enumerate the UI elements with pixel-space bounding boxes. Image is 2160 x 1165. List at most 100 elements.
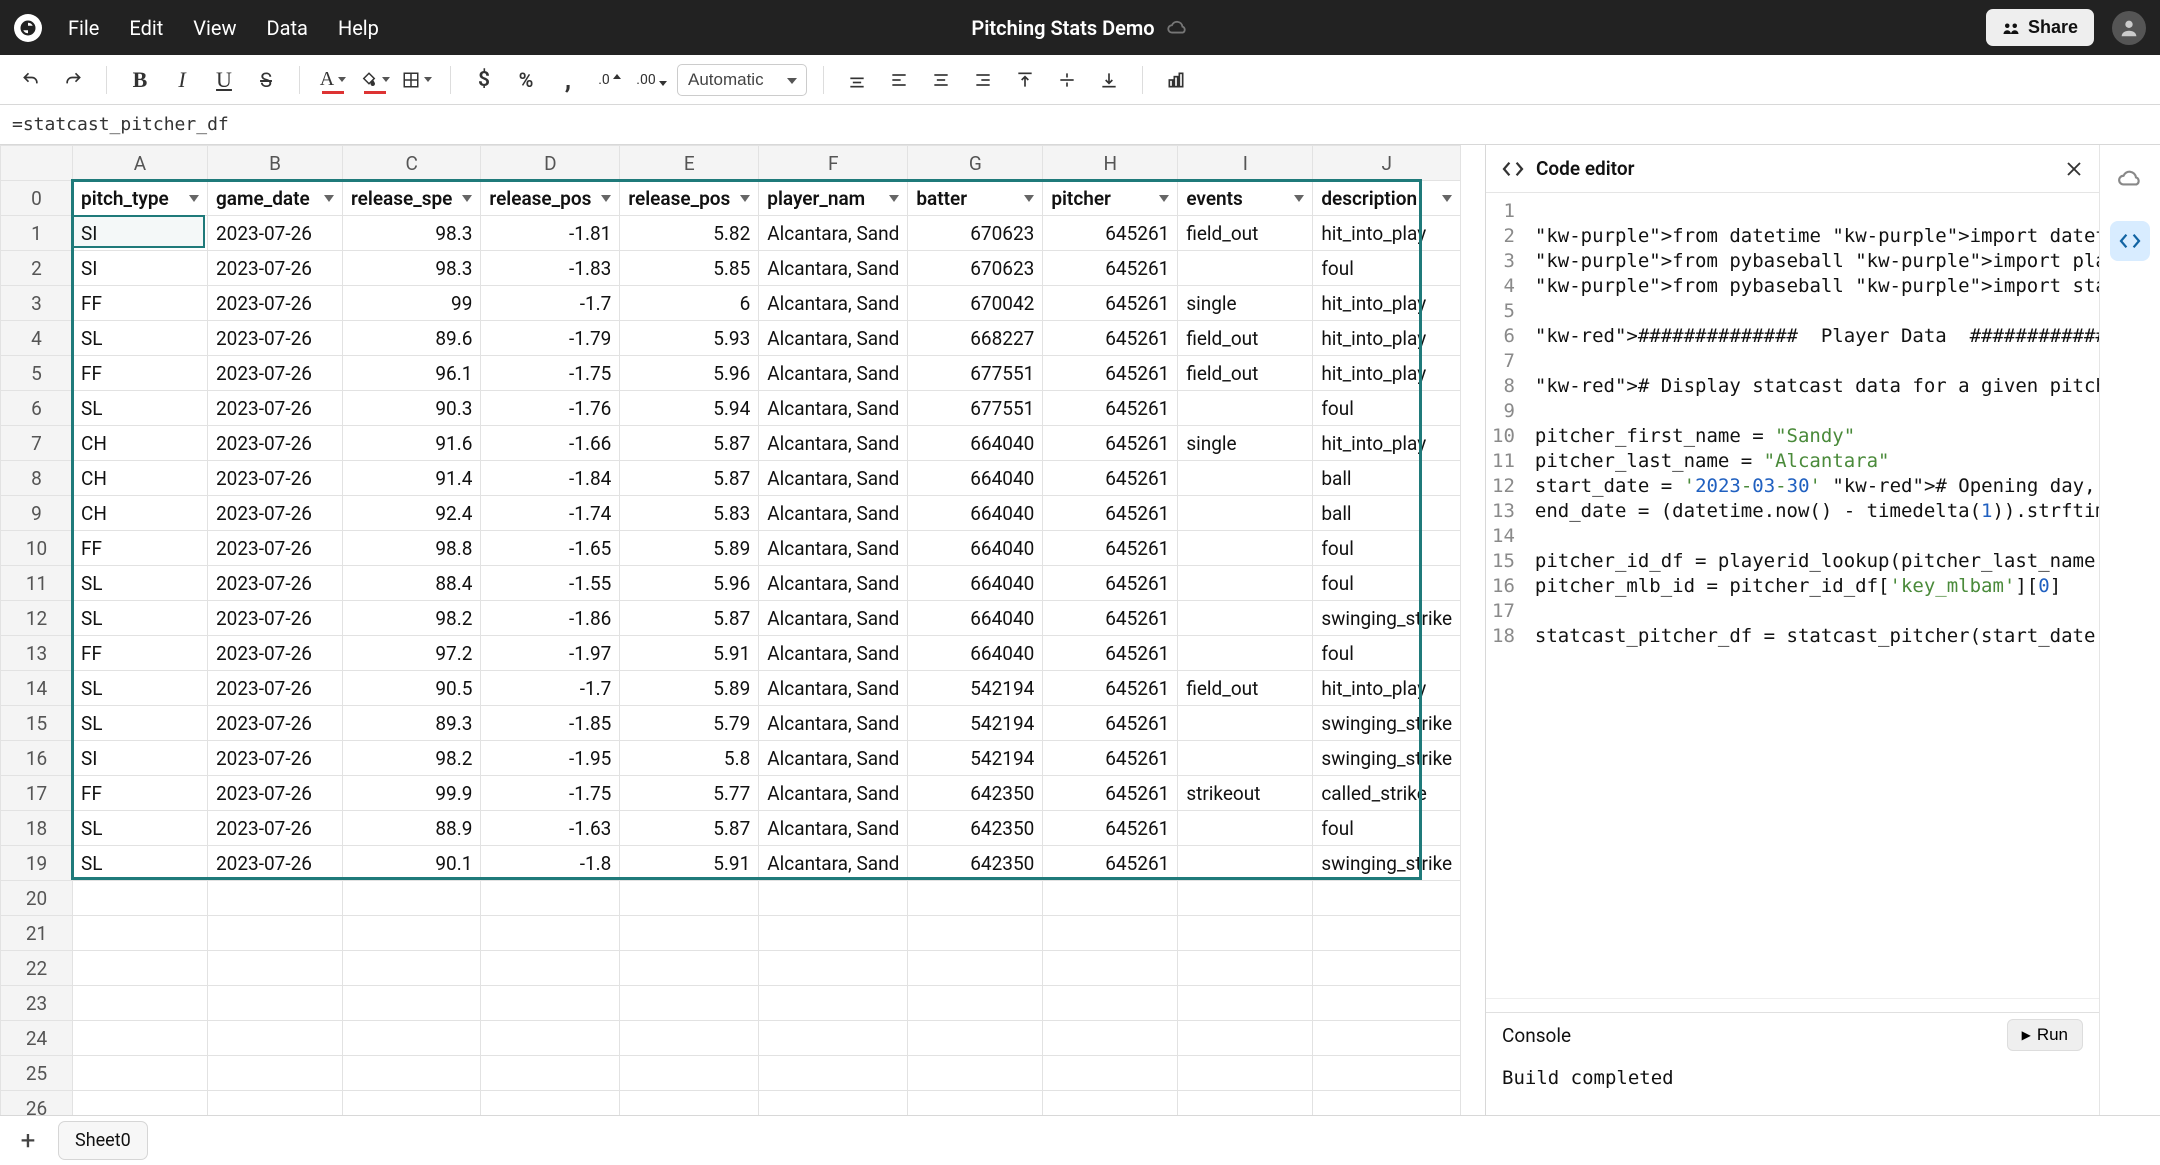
cell-3-3[interactable]: -1.7 — [481, 286, 620, 321]
spreadsheet[interactable]: ABCDEFGHIJ0pitch_typegame_daterelease_sp… — [0, 145, 1486, 1115]
cell-24-4[interactable] — [620, 1021, 759, 1056]
cell-16-3[interactable]: -1.95 — [481, 741, 620, 776]
cell-20-4[interactable] — [620, 881, 759, 916]
cell-20-9[interactable] — [1313, 881, 1461, 916]
cell-5-5[interactable]: Alcantara, Sand — [759, 356, 908, 391]
cell-4-9[interactable]: hit_into_play — [1313, 321, 1461, 356]
vertical-scrollbar[interactable] — [1467, 180, 1485, 1097]
cell-9-2[interactable]: 92.4 — [343, 496, 481, 531]
cell-9-5[interactable]: Alcantara, Sand — [759, 496, 908, 531]
cell-12-3[interactable]: -1.86 — [481, 601, 620, 636]
cell-2-3[interactable]: -1.83 — [481, 251, 620, 286]
cell-16-6[interactable]: 542194 — [908, 741, 1043, 776]
cell-15-2[interactable]: 89.3 — [343, 706, 481, 741]
cell-14-0[interactable]: SL — [73, 671, 208, 706]
cell-9-1[interactable]: 2023-07-26 — [208, 496, 343, 531]
cell-11-8[interactable] — [1178, 566, 1313, 601]
row-header-5[interactable]: 5 — [1, 356, 73, 391]
undo-button[interactable] — [14, 63, 48, 97]
cell-1-1[interactable]: 2023-07-26 — [208, 216, 343, 251]
cell-10-4[interactable]: 5.89 — [620, 531, 759, 566]
cell-18-9[interactable]: foul — [1313, 811, 1461, 846]
app-logo[interactable] — [14, 14, 42, 42]
align-vertical-button[interactable] — [840, 63, 874, 97]
cell-3-5[interactable]: Alcantara, Sand — [759, 286, 908, 321]
cell-1-3[interactable]: -1.81 — [481, 216, 620, 251]
underline-button[interactable]: U — [207, 63, 241, 97]
cell-8-3[interactable]: -1.84 — [481, 461, 620, 496]
cell-14-7[interactable]: 645261 — [1043, 671, 1178, 706]
cell-16-1[interactable]: 2023-07-26 — [208, 741, 343, 776]
borders-button[interactable] — [400, 63, 434, 97]
cell-4-4[interactable]: 5.93 — [620, 321, 759, 356]
cell-17-5[interactable]: Alcantara, Sand — [759, 776, 908, 811]
cell-13-3[interactable]: -1.97 — [481, 636, 620, 671]
cell-25-0[interactable] — [73, 1056, 208, 1091]
menu-view[interactable]: View — [193, 16, 236, 40]
cell-20-8[interactable] — [1178, 881, 1313, 916]
cell-11-2[interactable]: 88.4 — [343, 566, 481, 601]
cell-1-6[interactable]: 670623 — [908, 216, 1043, 251]
cell-9-7[interactable]: 645261 — [1043, 496, 1178, 531]
data-header-3[interactable]: release_pos — [481, 181, 620, 216]
cell-19-6[interactable]: 642350 — [908, 846, 1043, 881]
cell-6-4[interactable]: 5.94 — [620, 391, 759, 426]
row-header-7[interactable]: 7 — [1, 426, 73, 461]
cell-19-0[interactable]: SL — [73, 846, 208, 881]
menu-data[interactable]: Data — [267, 16, 308, 40]
cell-2-2[interactable]: 98.3 — [343, 251, 481, 286]
cell-5-1[interactable]: 2023-07-26 — [208, 356, 343, 391]
data-header-5[interactable]: player_nam — [759, 181, 908, 216]
cell-4-6[interactable]: 668227 — [908, 321, 1043, 356]
cell-18-0[interactable]: SL — [73, 811, 208, 846]
cell-21-1[interactable] — [208, 916, 343, 951]
cell-20-2[interactable] — [343, 881, 481, 916]
col-header-I[interactable]: I — [1178, 146, 1313, 181]
row-header-2[interactable]: 2 — [1, 251, 73, 286]
cell-18-5[interactable]: Alcantara, Sand — [759, 811, 908, 846]
cell-5-0[interactable]: FF — [73, 356, 208, 391]
cell-21-9[interactable] — [1313, 916, 1461, 951]
cell-10-5[interactable]: Alcantara, Sand — [759, 531, 908, 566]
corner-cell[interactable] — [1, 146, 73, 181]
sheet-tab[interactable]: Sheet0 — [58, 1121, 148, 1160]
cell-11-9[interactable]: foul — [1313, 566, 1461, 601]
cell-15-1[interactable]: 2023-07-26 — [208, 706, 343, 741]
currency-button[interactable]: $ — [467, 63, 501, 97]
cell-23-7[interactable] — [1043, 986, 1178, 1021]
cell-8-7[interactable]: 645261 — [1043, 461, 1178, 496]
cell-11-3[interactable]: -1.55 — [481, 566, 620, 601]
cell-1-4[interactable]: 5.82 — [620, 216, 759, 251]
cell-10-0[interactable]: FF — [73, 531, 208, 566]
cell-11-1[interactable]: 2023-07-26 — [208, 566, 343, 601]
row-header-6[interactable]: 6 — [1, 391, 73, 426]
cell-21-8[interactable] — [1178, 916, 1313, 951]
cell-23-6[interactable] — [908, 986, 1043, 1021]
row-header-1[interactable]: 1 — [1, 216, 73, 251]
cell-10-3[interactable]: -1.65 — [481, 531, 620, 566]
cell-14-4[interactable]: 5.89 — [620, 671, 759, 706]
cell-4-1[interactable]: 2023-07-26 — [208, 321, 343, 356]
cell-21-7[interactable] — [1043, 916, 1178, 951]
cell-6-2[interactable]: 90.3 — [343, 391, 481, 426]
menu-help[interactable]: Help — [338, 16, 379, 40]
row-header-11[interactable]: 11 — [1, 566, 73, 601]
cell-10-7[interactable]: 645261 — [1043, 531, 1178, 566]
cell-9-4[interactable]: 5.83 — [620, 496, 759, 531]
cell-23-9[interactable] — [1313, 986, 1461, 1021]
data-header-8[interactable]: events — [1178, 181, 1313, 216]
cell-18-4[interactable]: 5.87 — [620, 811, 759, 846]
cell-2-6[interactable]: 670623 — [908, 251, 1043, 286]
vertical-align-top-button[interactable] — [1008, 63, 1042, 97]
row-header-17[interactable]: 17 — [1, 776, 73, 811]
cell-17-2[interactable]: 99.9 — [343, 776, 481, 811]
data-header-6[interactable]: batter — [908, 181, 1043, 216]
cell-25-1[interactable] — [208, 1056, 343, 1091]
row-header-3[interactable]: 3 — [1, 286, 73, 321]
cell-14-6[interactable]: 542194 — [908, 671, 1043, 706]
cell-16-2[interactable]: 98.2 — [343, 741, 481, 776]
cell-5-9[interactable]: hit_into_play — [1313, 356, 1461, 391]
cell-5-4[interactable]: 5.96 — [620, 356, 759, 391]
cell-13-5[interactable]: Alcantara, Sand — [759, 636, 908, 671]
fill-color-button[interactable] — [358, 63, 392, 97]
